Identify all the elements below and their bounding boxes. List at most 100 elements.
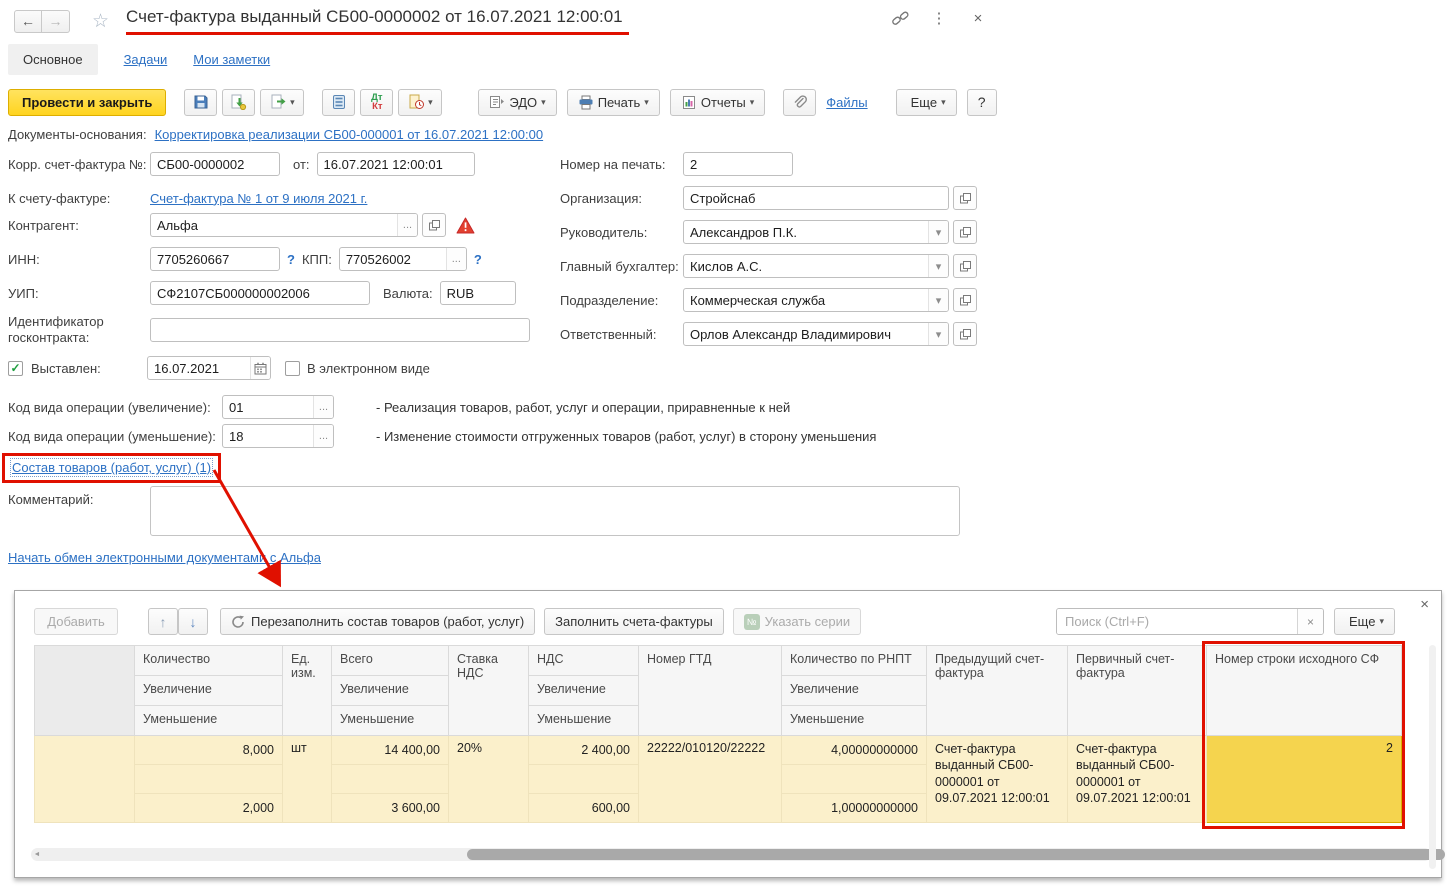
dt-kt-button[interactable]: ДтКт (360, 89, 393, 116)
move-up-button[interactable]: ↑ (148, 608, 178, 635)
col-total-decrease[interactable]: Уменьшение (332, 706, 449, 736)
help-button[interactable]: ? (967, 89, 997, 116)
row-selector-cell[interactable] (35, 736, 135, 823)
source-line-cell-selected[interactable]: 2 (1207, 736, 1402, 823)
rnpt-decrease-cell[interactable]: 1,00000000000 (782, 794, 927, 823)
tab-my-notes[interactable]: Мои заметки (193, 52, 270, 67)
opcode-decrease-select-button[interactable]: ... (313, 425, 333, 447)
print-menu-button[interactable]: Печать ▾ (567, 89, 660, 116)
currency-input[interactable] (441, 282, 515, 304)
responsible-dropdown-button[interactable]: ▾ (928, 323, 948, 345)
row-selector-header[interactable] (35, 646, 135, 736)
inn-help-icon[interactable]: ? (287, 252, 295, 267)
set-series-button[interactable]: № Указать серии (733, 608, 861, 635)
col-gtd[interactable]: Номер ГТД (639, 646, 782, 736)
attachments-button[interactable] (783, 89, 816, 116)
opcode-increase-select-button[interactable]: ... (313, 396, 333, 418)
unit-cell[interactable]: шт (283, 736, 332, 823)
responsible-open-button[interactable] (953, 322, 977, 346)
panel-close-icon[interactable]: × (1420, 597, 1429, 612)
refill-goods-button[interactable]: Перезаполнить состав товаров (работ, усл… (220, 608, 535, 635)
to-invoice-link[interactable]: Счет-фактура № 1 от 9 июля 2021 г. (150, 191, 367, 206)
chief-accountant-dropdown-button[interactable]: ▾ (928, 255, 948, 277)
gov-contract-input[interactable] (151, 319, 529, 341)
scrollbar-thumb[interactable] (467, 849, 1445, 860)
reports-menu-button[interactable]: Отчеты ▾ (670, 89, 765, 116)
col-total[interactable]: Всего (332, 646, 449, 676)
electronic-checkbox[interactable] (285, 361, 300, 376)
save-button[interactable] (184, 89, 217, 116)
add-row-button[interactable]: Добавить (34, 608, 118, 635)
prev-invoice-cell[interactable]: Счет-фактура выданный СБ00-0000001 от 09… (927, 736, 1068, 823)
tab-tasks[interactable]: Задачи (124, 52, 168, 67)
panel-more-button[interactable]: Еще ▾ (1334, 608, 1395, 635)
rnpt-empty-cell[interactable] (782, 765, 927, 794)
manager-input[interactable] (684, 221, 928, 243)
issued-date-input[interactable] (148, 357, 250, 379)
more-button[interactable]: Еще ▾ (896, 89, 957, 116)
department-input[interactable] (684, 289, 928, 311)
col-primary-invoice[interactable]: Первичный счет-фактура (1068, 646, 1207, 736)
inn-input[interactable] (151, 248, 279, 270)
rnpt-increase-cell[interactable]: 4,00000000000 (782, 736, 927, 765)
department-dropdown-button[interactable]: ▾ (928, 289, 948, 311)
responsible-input[interactable] (684, 323, 928, 345)
issued-checkbox[interactable] (8, 361, 23, 376)
col-rnpt-decrease[interactable]: Уменьшение (782, 706, 927, 736)
search-input[interactable] (1057, 609, 1297, 634)
col-rnpt-qty[interactable]: Количество по РНПТ (782, 646, 927, 676)
counterparty-open-button[interactable] (422, 213, 446, 237)
vat-rate-cell[interactable]: 20% (449, 736, 529, 823)
total-empty-cell[interactable] (332, 765, 449, 794)
move-down-button[interactable]: ↓ (178, 608, 208, 635)
issued-calendar-button[interactable] (250, 357, 270, 379)
create-based-on-button[interactable]: ▾ (260, 89, 304, 116)
organization-input[interactable] (684, 187, 948, 209)
kpp-help-icon[interactable]: ? (474, 252, 482, 267)
horizontal-scrollbar[interactable]: ◄ ► (31, 848, 1431, 861)
col-rnpt-increase[interactable]: Увеличение (782, 676, 927, 706)
primary-invoice-cell[interactable]: Счет-фактура выданный СБ00-0000001 от 09… (1068, 736, 1207, 823)
col-vat-rate[interactable]: Ставка НДС (449, 646, 529, 736)
document-log-button[interactable]: ▾ (398, 89, 442, 116)
col-unit[interactable]: Ед. изм. (283, 646, 332, 736)
scroll-left-icon[interactable]: ◄ (31, 851, 43, 858)
forward-button[interactable]: → (42, 10, 70, 33)
files-link[interactable]: Файлы (826, 95, 867, 110)
chief-accountant-open-button[interactable] (953, 254, 977, 278)
close-window-icon[interactable]: × (967, 7, 989, 29)
search-clear-icon[interactable]: × (1297, 609, 1323, 634)
col-qty[interactable]: Количество (135, 646, 283, 676)
fill-invoices-button[interactable]: Заполнить счета-фактуры (544, 608, 724, 635)
corr-date-input[interactable] (318, 153, 474, 175)
start-edo-exchange-link[interactable]: Начать обмен электронными документами с … (8, 550, 321, 565)
uip-input[interactable] (151, 282, 369, 304)
col-source-line[interactable]: Номер строки исходного СФ (1207, 646, 1402, 736)
vat-increase-cell[interactable]: 2 400,00 (529, 736, 639, 765)
post-button[interactable] (222, 89, 255, 116)
col-prev-invoice[interactable]: Предыдущий счет-фактура (927, 646, 1068, 736)
opcode-increase-input[interactable] (223, 396, 313, 418)
vat-decrease-cell[interactable]: 600,00 (529, 794, 639, 823)
qty-increase-cell[interactable]: 8,000 (135, 736, 283, 765)
qty-empty-cell[interactable] (135, 765, 283, 794)
col-qty-increase[interactable]: Увеличение (135, 676, 283, 706)
kpp-select-button[interactable]: ... (446, 248, 466, 270)
col-vat-decrease[interactable]: Уменьшение (529, 706, 639, 736)
vertical-scrollbar[interactable] (1429, 645, 1436, 869)
post-and-close-button[interactable]: Провести и закрыть (8, 89, 166, 116)
kpp-input[interactable] (340, 248, 446, 270)
get-link-icon[interactable] (889, 7, 911, 29)
col-total-increase[interactable]: Увеличение (332, 676, 449, 706)
favorite-star-icon[interactable]: ☆ (92, 10, 109, 33)
qty-decrease-cell[interactable]: 2,000 (135, 794, 283, 823)
vat-empty-cell[interactable] (529, 765, 639, 794)
counterparty-input[interactable] (151, 214, 397, 236)
counterparty-select-button[interactable]: ... (397, 214, 417, 236)
opcode-decrease-input[interactable] (223, 425, 313, 447)
tab-main[interactable]: Основное (8, 44, 98, 75)
back-button[interactable]: ← (14, 10, 42, 33)
corr-number-input[interactable] (151, 153, 279, 175)
counterparty-warning[interactable] (456, 217, 475, 234)
chief-accountant-input[interactable] (684, 255, 928, 277)
